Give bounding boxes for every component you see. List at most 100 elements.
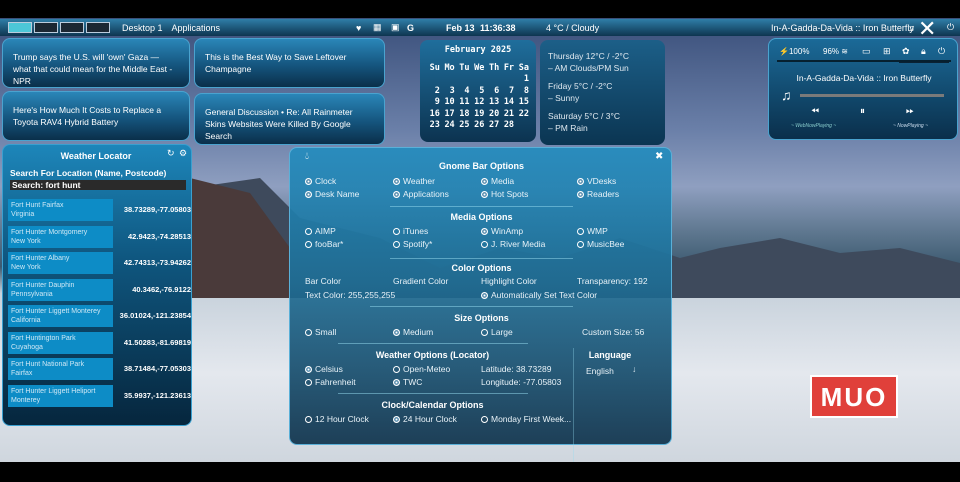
calendar-day[interactable]: 13 — [485, 97, 500, 109]
calendar-day[interactable]: 2 — [426, 85, 441, 97]
12-hour-radio[interactable]: 12 Hour Clock — [305, 414, 369, 424]
news-item[interactable]: This is the Best Way to Save Leftover Ch… — [194, 38, 385, 88]
size-small-radio[interactable]: Small — [305, 327, 336, 337]
desk-name[interactable]: Desktop 1 — [122, 23, 163, 33]
power-icon[interactable]: ⏻ — [938, 46, 945, 57]
paw-icon[interactable]: ✿ — [902, 46, 910, 57]
celsius-radio[interactable]: Celsius — [305, 364, 343, 374]
gnome-option-radio[interactable]: Applications — [393, 189, 449, 199]
weather-status[interactable]: 4 °C / Cloudy — [546, 23, 599, 33]
calendar-day[interactable]: 10 — [441, 97, 456, 109]
size-medium-radio[interactable]: Medium — [393, 327, 433, 337]
search-input[interactable]: Search: fort hunt — [10, 180, 186, 190]
location-result[interactable]: Fort Hunt Fairfax Virginia 38.73289,-77.05… — [8, 199, 191, 221]
calendar-day[interactable]: 26 — [471, 120, 486, 132]
now-playing[interactable]: In-A-Gadda-Da-Vida :: Iron Butterfly — [771, 23, 914, 33]
heart-icon[interactable]: ♥ — [356, 23, 361, 33]
transparency[interactable]: Transparency: 192 — [577, 276, 648, 286]
custom-size[interactable]: Custom Size: 56 — [582, 327, 644, 337]
calendar-day[interactable]: 27 — [485, 120, 500, 132]
gnome-option-radio[interactable]: Media — [481, 176, 514, 186]
power-icon[interactable]: ⏻ — [947, 22, 954, 33]
google-icon[interactable]: G — [407, 23, 414, 33]
calendar-day[interactable]: 14 — [500, 97, 515, 109]
calendar-day[interactable]: 21 — [500, 108, 515, 120]
virtual-desktops[interactable] — [8, 22, 112, 33]
location-result[interactable]: Fort Hunter Albany New York 42.74313,-73.9… — [8, 252, 191, 274]
windows-icon[interactable]: ⊞ — [883, 46, 891, 57]
previous-icon[interactable]: ⏪︎ — [811, 106, 819, 117]
calendar-day[interactable] — [426, 74, 441, 86]
gnome-option-radio[interactable]: Weather — [393, 176, 435, 186]
arrow-down-icon[interactable]: ↓ — [632, 364, 636, 374]
latitude[interactable]: Latitude: 38.73289 — [481, 364, 551, 374]
gradient-color[interactable]: Gradient Color — [393, 276, 448, 286]
location-name[interactable]: Fort Hunter Dauphin Pennsylvania — [8, 278, 113, 301]
news-item[interactable]: Here's How Much It Costs to Replace a To… — [2, 91, 190, 141]
calendar-day[interactable] — [471, 74, 486, 86]
fahrenheit-radio[interactable]: Fahrenheit — [305, 377, 356, 387]
close-icon[interactable]: ✕ — [918, 18, 936, 40]
media-option-radio[interactable]: Spotify* — [393, 239, 432, 249]
gnome-option-radio[interactable]: Hot Spots — [481, 189, 528, 199]
highlight-color[interactable]: Highlight Color — [481, 276, 537, 286]
gnome-option-radio[interactable]: Desk Name — [305, 189, 359, 199]
monday-first-radio[interactable]: Monday First Week... — [481, 414, 571, 424]
location-name[interactable]: Fort Hunter Montgomery New York — [8, 225, 113, 248]
calendar-day[interactable]: 23 — [426, 120, 441, 132]
news-item[interactable]: General Discussion • Re: All Rainmeter S… — [194, 93, 385, 145]
vdesk-3[interactable] — [60, 22, 84, 33]
location-result[interactable]: Fort Huntington Park Cuyahoga 41.50283,-81… — [8, 331, 191, 354]
location-result[interactable]: Fort Hunter Montgomery New York 42.9423,-7… — [8, 225, 191, 248]
calendar-day[interactable] — [515, 120, 530, 132]
media-option-radio[interactable]: WMP — [577, 226, 608, 236]
calendar-day[interactable] — [456, 74, 471, 86]
media-option-radio[interactable]: WinAmp — [481, 226, 523, 236]
calendar-day[interactable]: 7 — [500, 85, 515, 97]
lock-icon[interactable]: 🔒︎ — [921, 46, 926, 57]
calendar-day[interactable]: 28 — [500, 120, 515, 132]
calendar-day[interactable]: 3 — [441, 85, 456, 97]
next-icon[interactable]: ⏩︎ — [906, 106, 914, 117]
calendar-day[interactable]: 1 — [515, 74, 530, 86]
calendar-day[interactable]: 25 — [456, 120, 471, 132]
media-option-radio[interactable]: J. River Media — [481, 239, 545, 249]
pause-icon[interactable]: ⏸︎ — [860, 106, 865, 117]
calendar-day[interactable]: 12 — [471, 97, 486, 109]
open-meteo-radio[interactable]: Open-Meteo — [393, 364, 450, 374]
news-item[interactable]: Trump says the U.S. will 'own' Gaza — wh… — [2, 38, 190, 88]
size-large-radio[interactable]: Large — [481, 327, 513, 337]
media-option-radio[interactable]: fooBar* — [305, 239, 343, 249]
media-option-radio[interactable]: AIMP — [305, 226, 336, 236]
reader-icon[interactable]: ▣ — [391, 22, 400, 33]
calendar-day[interactable]: 20 — [485, 108, 500, 120]
calendar-day[interactable]: 24 — [441, 120, 456, 132]
location-name[interactable]: Fort Hunter Albany New York — [8, 252, 113, 274]
calendar-day[interactable]: 11 — [456, 97, 471, 109]
location-name[interactable]: Fort Hunt Fairfax Virginia — [8, 199, 113, 221]
location-result[interactable]: Fort Hunt National Park Fairfax 38.71484,-… — [8, 358, 191, 380]
book-icon[interactable]: ▦ — [373, 22, 382, 33]
display-icon[interactable]: ▭ — [862, 46, 871, 57]
longitude[interactable]: Longitude: -77.05803 — [481, 377, 561, 387]
applications-menu[interactable]: Applications — [172, 23, 221, 33]
calendar-day[interactable]: 17 — [441, 108, 456, 120]
refresh-icon[interactable]: ↻ — [167, 148, 175, 159]
twc-radio[interactable]: TWC — [393, 377, 422, 387]
24-hour-radio[interactable]: 24 Hour Clock — [393, 414, 457, 424]
calendar-day[interactable]: 18 — [456, 108, 471, 120]
progress-bar[interactable] — [800, 94, 944, 97]
location-name[interactable]: Fort Hunter Liggett Heliport Monterey — [8, 384, 113, 407]
calendar-day[interactable]: 4 — [456, 85, 471, 97]
auto-text-color-radio[interactable]: Automatically Set Text Color — [481, 290, 597, 300]
vdesk-1[interactable] — [8, 22, 32, 33]
media-option-radio[interactable]: MusicBee — [577, 239, 624, 249]
location-name[interactable]: Fort Hunt National Park Fairfax — [8, 358, 113, 380]
vdesk-2[interactable] — [34, 22, 58, 33]
gnome-option-radio[interactable]: Readers — [577, 189, 619, 199]
settings-icon[interactable]: ⚙ — [179, 148, 187, 159]
language-select[interactable]: English — [586, 366, 614, 376]
gnome-option-radio[interactable]: Clock — [305, 176, 336, 186]
calendar-day[interactable]: 8 — [515, 85, 530, 97]
calendar-day[interactable] — [500, 74, 515, 86]
